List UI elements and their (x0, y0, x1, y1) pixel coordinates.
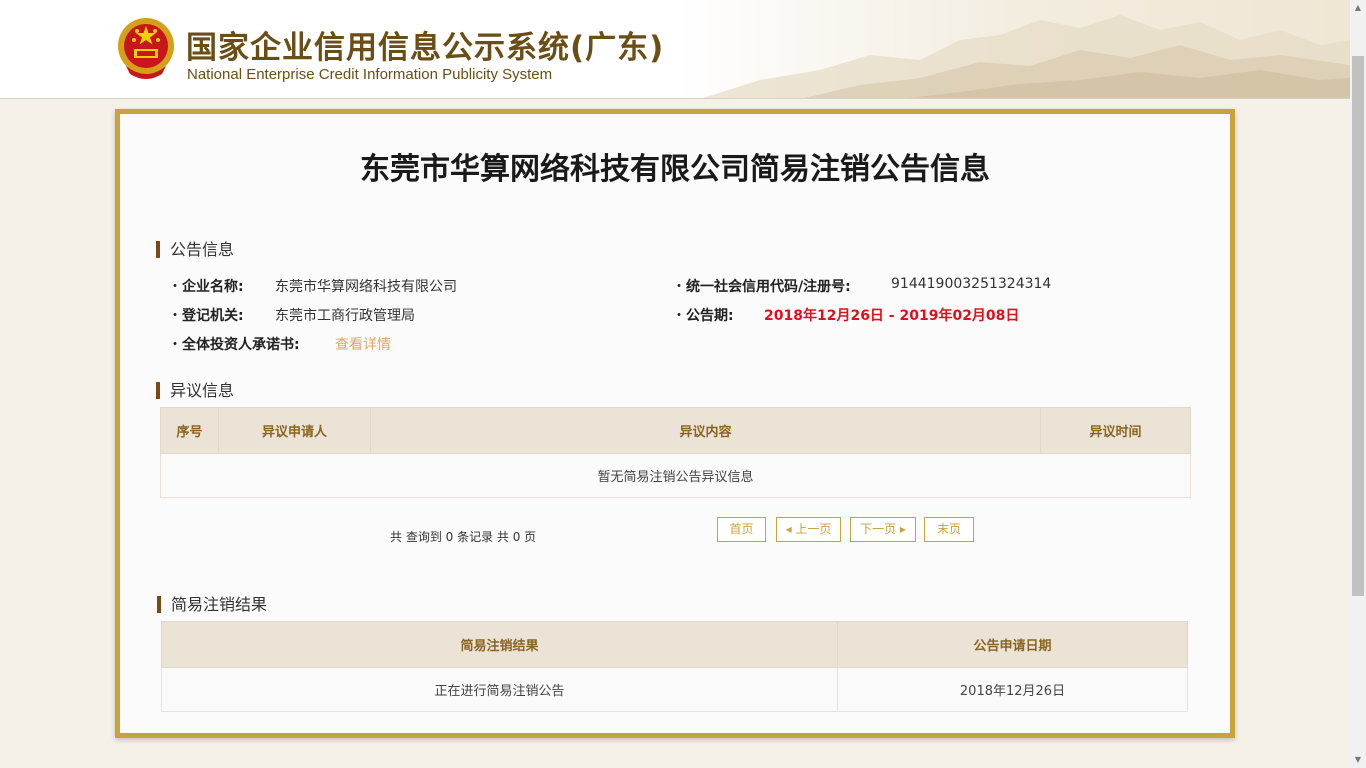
company-name-label: 企业名称: (168, 276, 244, 296)
pager-info: 共 查询到 0 条记录 共 0 页 (390, 530, 537, 544)
column-header-content: 异议内容 (370, 407, 1041, 454)
date-cell: 2018年12月26日 (837, 667, 1188, 712)
column-header-index: 序号 (160, 407, 219, 454)
authority-value: 东莞市工商行政管理局 (275, 308, 415, 324)
credit-code-value: 914419003251324314 (891, 276, 1052, 292)
section-title-announcement: 公告信息 (156, 241, 234, 258)
column-header-result: 简易注销结果 (161, 621, 838, 668)
site-title-cn: 国家企业信用信息公示系统(广东) (186, 30, 665, 66)
section-title-objection: 异议信息 (156, 382, 234, 399)
result-cell: 正在进行简易注销公告 (161, 667, 838, 712)
notice-card: 东莞市华算网络科技有限公司简易注销公告信息 公告信息 企业名称: 东莞市华算网络… (115, 109, 1235, 738)
column-header-date: 公告申请日期 (837, 621, 1188, 668)
site-title-en: National Enterprise Credit Information P… (187, 66, 553, 83)
result-table: 简易注销结果 公告申请日期 正在进行简易注销公告 2018年12月26日 (161, 621, 1188, 712)
pager-last-button[interactable]: 末页 (924, 517, 974, 542)
column-header-applicant: 异议申请人 (218, 407, 371, 454)
pager-next-button[interactable]: 下一页 ▸ (850, 517, 916, 542)
authority-label: 登记机关: (168, 305, 244, 325)
commitment-detail-link[interactable]: 查看详情 (335, 334, 391, 354)
site-header: 国家企业信用信息公示系统(广东) National Enterprise Cre… (0, 0, 1350, 99)
table-header-row: 简易注销结果 公告申请日期 (161, 621, 1188, 668)
scrollbar-thumb[interactable] (1352, 56, 1364, 596)
company-name-value: 东莞市华算网络科技有限公司 (275, 279, 457, 295)
page-title: 东莞市华算网络科技有限公司简易注销公告信息 (360, 152, 990, 187)
section-title-result: 简易注销结果 (157, 596, 267, 613)
pager-first-button[interactable]: 首页 (717, 517, 766, 542)
scroll-up-arrow-icon[interactable]: ▲ (1350, 0, 1366, 16)
mountain-backdrop-icon (703, 15, 1350, 98)
period-label: 公告期: (672, 305, 734, 325)
empty-state-text: 暂无简易注销公告异议信息 (160, 453, 1191, 498)
scroll-down-arrow-icon[interactable]: ▼ (1350, 752, 1366, 768)
commitment-label: 全体投资人承诺书: (168, 334, 300, 354)
objection-table: 序号 异议申请人 异议内容 异议时间 暂无简易注销公告异议信息 (160, 407, 1191, 498)
column-header-time: 异议时间 (1040, 407, 1191, 454)
table-header-row: 序号 异议申请人 异议内容 异议时间 (160, 407, 1191, 454)
national-emblem-icon (118, 18, 174, 79)
credit-code-label: 统一社会信用代码/注册号: (672, 276, 851, 296)
table-row: 正在进行简易注销公告 2018年12月26日 (161, 667, 1188, 712)
pager-prev-button[interactable]: ◂ 上一页 (776, 517, 841, 542)
table-row: 暂无简易注销公告异议信息 (160, 453, 1191, 498)
period-value: 2018年12月26日 - 2019年02月08日 (764, 308, 1020, 324)
